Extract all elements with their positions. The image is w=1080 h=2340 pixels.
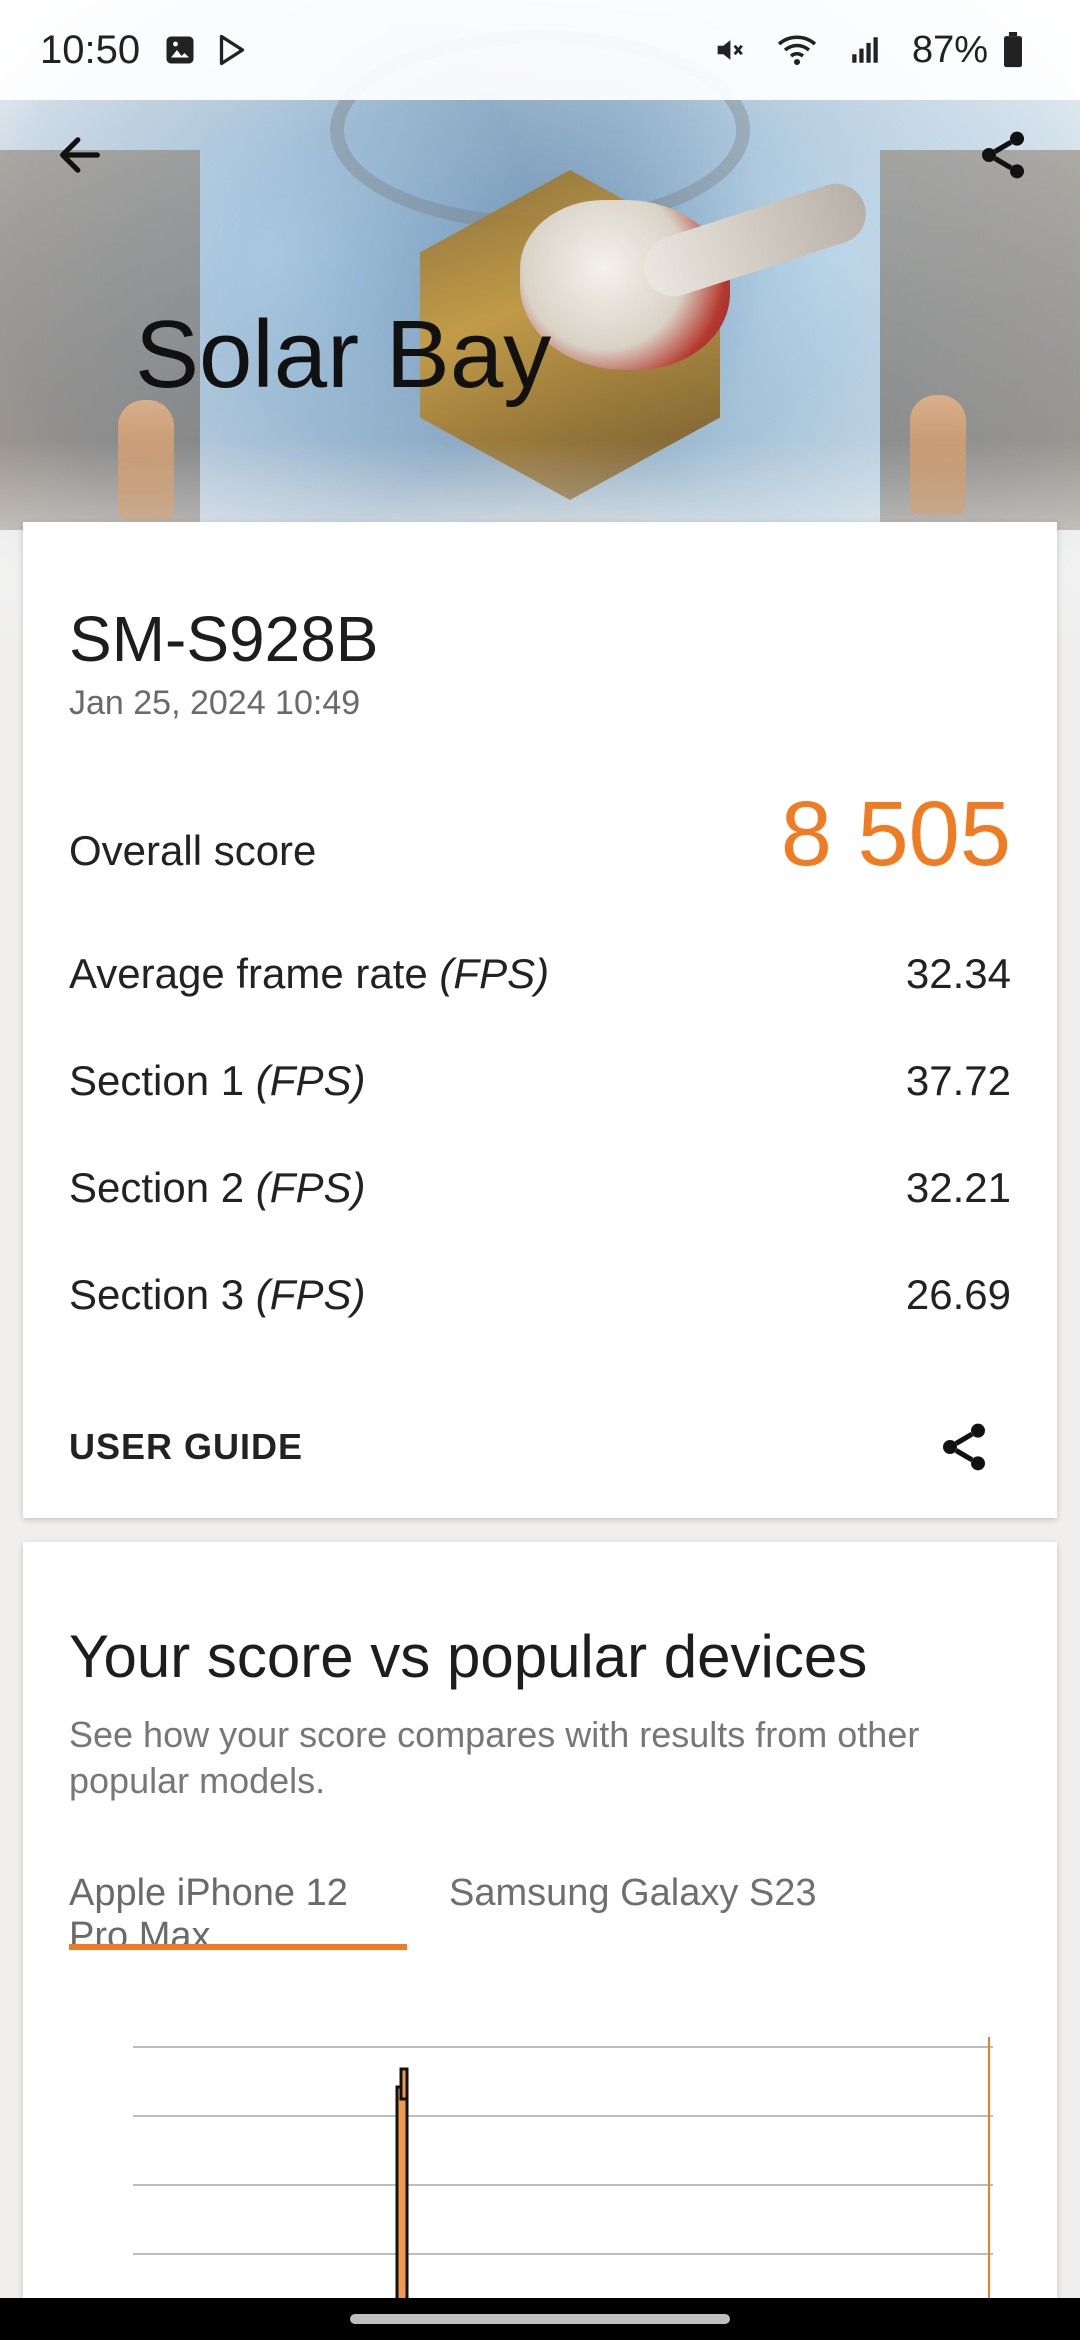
compare-subtitle: See how your score compares with results…	[69, 1714, 920, 1801]
section-2-label: Section 2	[69, 1164, 245, 1211]
mute-icon	[712, 33, 746, 67]
device-name: SM-S928B	[69, 603, 379, 675]
overall-score-label: Overall score	[69, 827, 317, 874]
share-button-top[interactable]	[968, 120, 1038, 190]
section-1-label: Section 1	[69, 1057, 245, 1104]
tab-samsung-galaxy-s23[interactable]: Samsung Galaxy S23	[429, 1872, 1049, 1952]
section-1-row: Section 1 (FPS) 37.72	[69, 1057, 1011, 1105]
average-fps-value: 32.34	[905, 950, 1011, 997]
overall-score-row: Overall score 8 505	[69, 782, 1011, 887]
section-1-unit: (FPS)	[255, 1057, 366, 1104]
share-icon	[943, 1423, 985, 1471]
section-3-unit: (FPS)	[255, 1271, 366, 1318]
section-2-row: Section 2 (FPS) 32.21	[69, 1164, 1011, 1212]
score-distribution-chart	[133, 2037, 993, 2340]
section-3-value: 26.69	[905, 1271, 1011, 1318]
active-tab-indicator	[69, 1944, 407, 1950]
section-3-row: Section 3 (FPS) 26.69	[69, 1271, 1011, 1319]
compare-title: Your score vs popular devices	[69, 1623, 868, 1690]
average-fps-row: Average frame rate (FPS) 32.34	[69, 950, 1011, 998]
system-navigation-bar	[0, 2298, 1080, 2340]
tab-apple-iphone-12-pro-max[interactable]: Apple iPhone 12 Pro Max	[69, 1872, 407, 1957]
section-2-value: 32.21	[905, 1164, 1011, 1211]
back-button[interactable]	[45, 120, 115, 190]
section-2-unit: (FPS)	[255, 1164, 366, 1211]
result-card: SM-S928B Jan 25, 2024 10:49 Overall scor…	[23, 522, 1057, 1518]
play-store-icon	[214, 32, 250, 68]
page-title: Solar Bay	[135, 301, 552, 408]
device-tabs: Apple iPhone 12 Pro Max Samsung Galaxy S…	[69, 1872, 1039, 1957]
gallery-icon	[162, 32, 198, 68]
share-icon	[982, 131, 1024, 179]
section-1-value: 37.72	[905, 1057, 1011, 1104]
home-gesture-handle[interactable]	[350, 2314, 730, 2324]
battery-percent: 87%	[911, 28, 988, 71]
status-time: 10:50	[40, 27, 141, 72]
compare-card: Your score vs popular devices See how yo…	[23, 1542, 1057, 2340]
result-date: Jan 25, 2024 10:49	[69, 684, 361, 722]
wifi-icon	[776, 33, 818, 67]
arrow-left-icon	[60, 137, 100, 173]
status-bar: 10:50 87%	[0, 0, 1080, 100]
user-guide-link[interactable]: USER GUIDE	[69, 1426, 303, 1468]
overall-score-value: 8 505	[780, 783, 1011, 885]
section-3-label: Section 3	[69, 1271, 245, 1318]
chart-bar	[399, 2067, 409, 2101]
average-fps-unit: (FPS)	[439, 950, 550, 997]
signal-icon	[848, 33, 882, 67]
battery-icon	[1002, 32, 1024, 68]
average-fps-label: Average frame rate	[69, 950, 428, 997]
share-result-button[interactable]	[929, 1412, 999, 1482]
